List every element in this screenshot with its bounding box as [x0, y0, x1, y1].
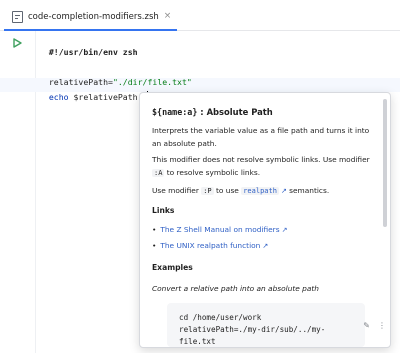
- code-block-actions: ✎ ⋮: [363, 322, 386, 330]
- link-label[interactable]: The Z Shell Manual on modifiers: [160, 225, 279, 234]
- code-line: cd /home/user/work: [179, 313, 262, 322]
- link-label[interactable]: The UNIX realpath function: [160, 241, 260, 250]
- echo-keyword: echo: [48, 92, 69, 102]
- documentation-popup[interactable]: ${name:a} : Absolute Path Interprets the…: [139, 92, 391, 348]
- code-line-1[interactable]: #!/usr/bin/env zsh: [39, 34, 138, 58]
- doc-title-code: ${name:a}: [152, 107, 198, 117]
- external-link-icon: ↗: [262, 241, 269, 250]
- link-unix-realpath[interactable]: • The UNIX realpath function ↗: [152, 241, 374, 250]
- doc-paragraph-2: This modifier does not resolve symbolic …: [152, 154, 374, 179]
- examples-heading: Examples: [152, 262, 193, 272]
- editor-tab-bar: code-completion-modifiers.zsh ×: [0, 0, 400, 31]
- external-link-icon: ↗: [281, 225, 288, 234]
- doc-p2-before: This modifier does not resolve symbolic …: [152, 155, 370, 164]
- inline-code-A: :A: [152, 168, 165, 177]
- tab-label: code-completion-modifiers.zsh: [28, 11, 159, 22]
- code-line: relativePath=./my-dir/sub/../my-: [179, 325, 326, 335]
- example-code-block[interactable]: cd /home/user/work relativePath=./my-dir…: [167, 303, 365, 347]
- bullet: •: [152, 240, 157, 250]
- popup-scrollbar[interactable]: [383, 99, 387, 227]
- example-code: cd /home/user/work relativePath=./my-dir…: [179, 312, 365, 347]
- links-heading: Links: [152, 205, 175, 215]
- realpath-link[interactable]: realpath: [241, 187, 279, 195]
- doc-paragraph-1: Interprets the variable value as a file …: [152, 126, 370, 148]
- documentation-content: ${name:a} : Absolute Path Interprets the…: [152, 104, 374, 293]
- inline-code-P: :P: [201, 187, 214, 195]
- doc-p3-after: semantics.: [286, 186, 330, 195]
- variable-reference: $relativePath:a: [68, 92, 148, 102]
- doc-title-text: : Absolute Path: [197, 107, 273, 117]
- bullet: •: [152, 224, 157, 234]
- file-icon: [12, 10, 23, 23]
- code-line: file.txt: [179, 337, 216, 347]
- more-icon[interactable]: ⋮: [378, 322, 386, 330]
- close-icon[interactable]: ×: [164, 12, 172, 21]
- doc-p3-before: Use modifier: [152, 186, 202, 195]
- doc-title: ${name:a} : Absolute Path: [152, 107, 374, 117]
- shebang: #!/usr/bin/env zsh: [48, 47, 138, 57]
- run-icon[interactable]: [11, 34, 23, 48]
- doc-p3-mid: to use: [213, 186, 242, 195]
- code-line-4[interactable]: echo $relativePath:a: [39, 79, 149, 103]
- link-zsh-manual-modifiers[interactable]: • The Z Shell Manual on modifiers ↗: [152, 225, 374, 234]
- doc-paragraph-3: Use modifier :P to use realpath ↗ semanti…: [152, 185, 374, 198]
- pencil-icon[interactable]: ✎: [363, 322, 370, 330]
- doc-p2-after: to resolve symbolic links.: [164, 167, 261, 177]
- example-caption: Convert a relative path into an absolute…: [152, 283, 319, 293]
- tab-code-completion-modifiers[interactable]: code-completion-modifiers.zsh ×: [4, 4, 178, 31]
